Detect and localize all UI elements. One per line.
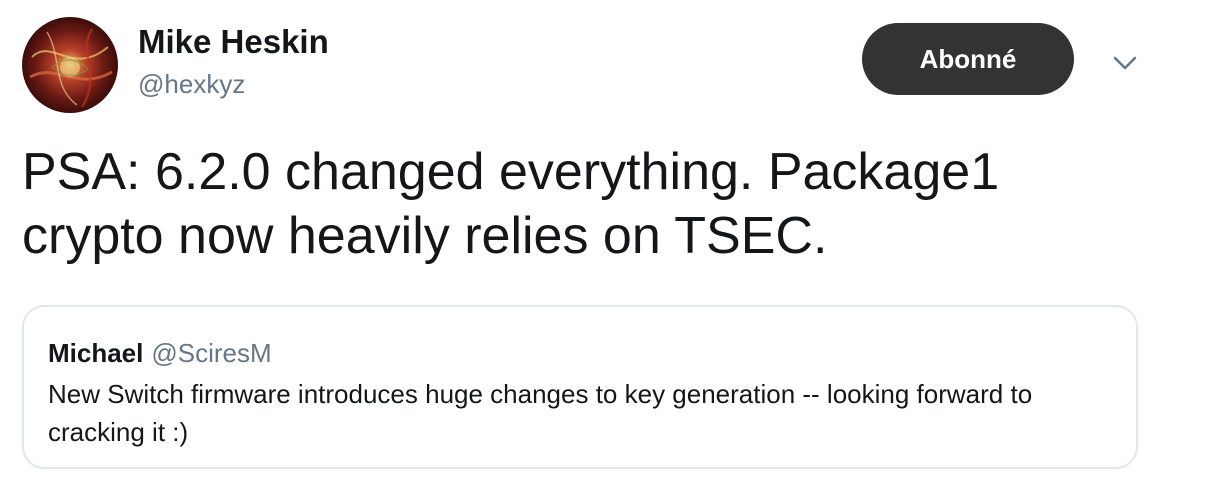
author-handle[interactable]: @hexkyz: [138, 67, 245, 101]
quoted-author-handle: @SciresM: [151, 338, 272, 368]
avatar-image: [22, 17, 118, 113]
quoted-tweet[interactable]: Michael @SciresM New Switch firmware intr…: [22, 305, 1138, 469]
avatar[interactable]: [22, 17, 118, 113]
following-button-label: Abonné: [919, 43, 1017, 74]
author-display-name[interactable]: Mike Heskin: [138, 22, 329, 62]
quoted-author-name: Michael: [48, 338, 144, 368]
quoted-tweet-text: New Switch firmware introduces huge chan…: [48, 379, 1033, 447]
tweet-text: PSA: 6.2.0 changed everything. Package1 …: [22, 143, 1000, 265]
tweet: Mike Heskin @hexkyz Abonné PSA: 6.2.0 ch…: [0, 0, 1207, 486]
chevron-down-icon: [1113, 56, 1137, 70]
quoted-tweet-header: Michael @SciresM: [48, 337, 272, 369]
tweet-menu-button[interactable]: [1110, 48, 1140, 78]
following-button[interactable]: Abonné: [862, 23, 1074, 95]
